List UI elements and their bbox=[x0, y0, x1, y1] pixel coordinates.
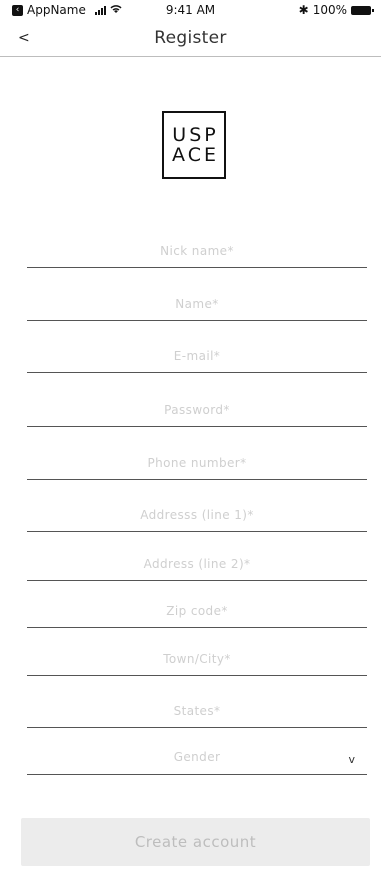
logo-line-2: ACE bbox=[172, 144, 219, 166]
email-input[interactable] bbox=[27, 339, 367, 372]
phone-input[interactable] bbox=[27, 446, 367, 479]
city-field-wrapper bbox=[27, 642, 367, 676]
register-screen: ‹ AppName 9:41 AM ✱ 100% < Register USP … bbox=[0, 0, 381, 878]
zip-field-wrapper bbox=[27, 594, 367, 628]
address-line2-field-wrapper bbox=[27, 547, 367, 581]
status-right: ✱ 100% bbox=[298, 3, 374, 17]
password-input[interactable] bbox=[27, 393, 367, 426]
bluetooth-icon: ✱ bbox=[298, 3, 309, 17]
navigation-bar: < Register bbox=[0, 22, 381, 57]
page-title: Register bbox=[154, 28, 227, 48]
battery-icon bbox=[351, 5, 374, 15]
address-line1-field-wrapper bbox=[27, 498, 367, 532]
state-input[interactable] bbox=[27, 694, 367, 727]
zip-code-input[interactable] bbox=[27, 594, 367, 627]
name-field-wrapper bbox=[27, 287, 367, 321]
logo-line-1: USP bbox=[172, 124, 219, 146]
phone-field-wrapper bbox=[27, 446, 367, 480]
nickname-input[interactable] bbox=[27, 234, 367, 267]
email-field-wrapper bbox=[27, 339, 367, 373]
chevron-down-icon: v bbox=[348, 753, 355, 766]
name-input[interactable] bbox=[27, 287, 367, 320]
password-field-wrapper bbox=[27, 393, 367, 427]
gender-select-value: Gender bbox=[173, 750, 221, 764]
address-line2-input[interactable] bbox=[27, 547, 367, 580]
create-account-button[interactable]: Create account bbox=[21, 818, 370, 866]
town-city-input[interactable] bbox=[27, 642, 367, 675]
status-bar: ‹ AppName 9:41 AM ✱ 100% bbox=[0, 0, 381, 20]
gender-select[interactable]: Gender v bbox=[27, 741, 367, 775]
nickname-field-wrapper bbox=[27, 234, 367, 268]
app-logo: USP ACE bbox=[162, 111, 226, 179]
address-line1-input[interactable] bbox=[27, 498, 367, 531]
state-field-wrapper bbox=[27, 694, 367, 728]
battery-percent: 100% bbox=[312, 3, 347, 17]
